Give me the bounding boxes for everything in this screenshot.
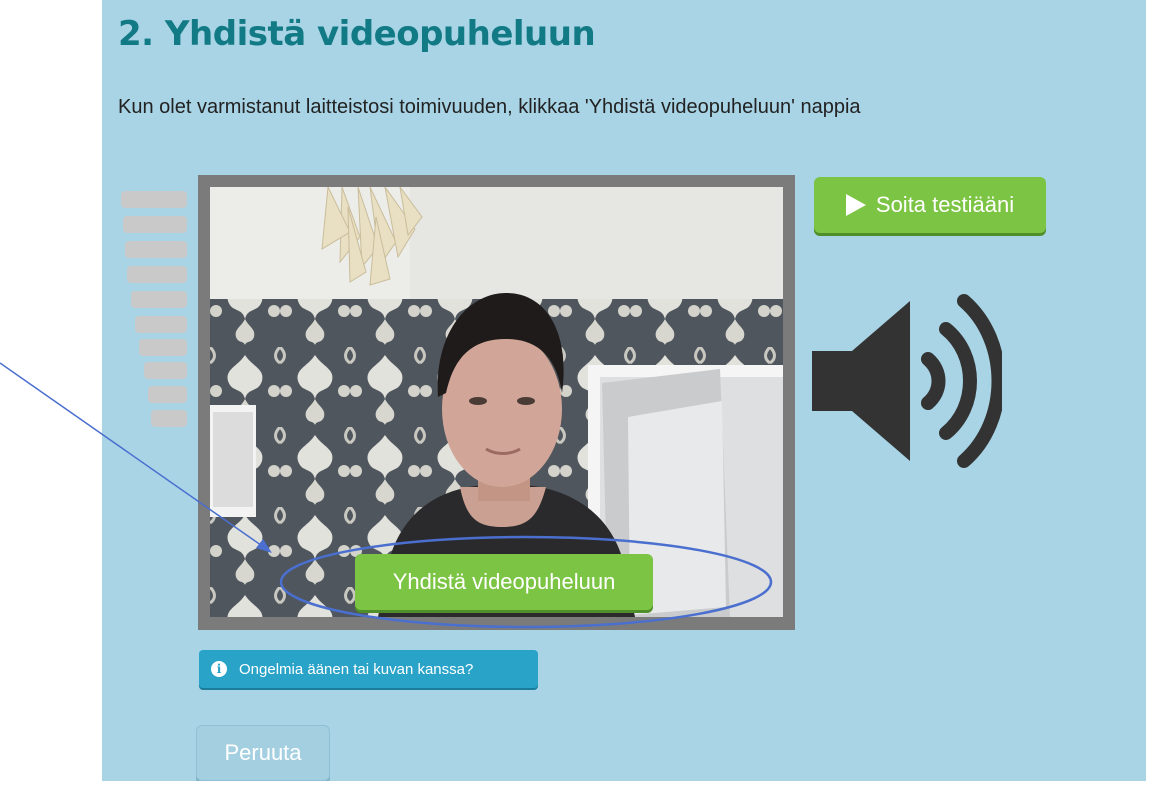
microphone-level-meter bbox=[118, 188, 198, 438]
camera-preview bbox=[210, 187, 783, 617]
level-bar bbox=[144, 362, 187, 379]
left-margin bbox=[0, 0, 102, 791]
info-icon: i bbox=[211, 661, 227, 677]
right-margin bbox=[1146, 0, 1159, 791]
connect-video-call-button[interactable]: Yhdistä videopuheluun bbox=[355, 554, 653, 610]
level-bar bbox=[148, 386, 187, 403]
page: 2. Yhdistä videopuheluun Kun olet varmis… bbox=[0, 0, 1159, 791]
play-test-sound-button[interactable]: Soita testiääni bbox=[814, 177, 1046, 233]
play-icon bbox=[845, 194, 866, 216]
level-bar bbox=[151, 410, 187, 427]
level-bar bbox=[135, 316, 187, 333]
level-bar bbox=[131, 291, 187, 308]
audio-video-help-button[interactable]: i Ongelmia äänen tai kuvan kanssa? bbox=[199, 650, 538, 688]
play-test-sound-label: Soita testiääni bbox=[875, 192, 1015, 217]
level-bar bbox=[125, 241, 187, 258]
level-bar bbox=[139, 339, 187, 356]
level-bar bbox=[123, 216, 187, 233]
page-title: 2. Yhdistä videopuheluun bbox=[118, 14, 596, 54]
level-bar bbox=[127, 266, 187, 283]
cancel-button[interactable]: Peruuta bbox=[196, 725, 330, 781]
bottom-margin bbox=[0, 781, 1159, 791]
help-button-label: Ongelmia äänen tai kuvan kanssa? bbox=[239, 660, 474, 678]
instruction-text: Kun olet varmistanut laitteistosi toimiv… bbox=[118, 96, 861, 118]
level-bar bbox=[121, 191, 187, 208]
speaker-volume-icon bbox=[812, 294, 1002, 468]
